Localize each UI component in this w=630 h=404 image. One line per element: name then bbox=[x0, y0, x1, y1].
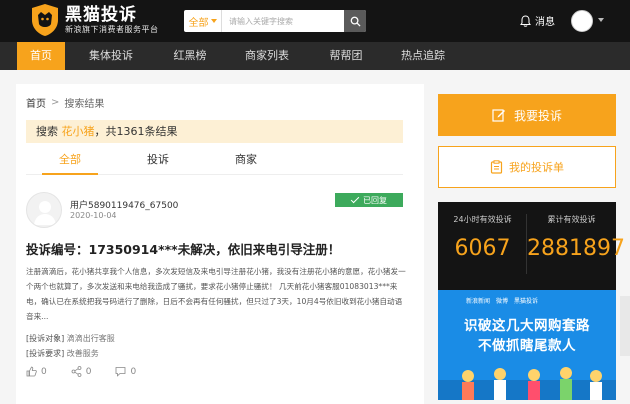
logo-slogan: 新浪旗下消费者服务平台 bbox=[65, 24, 159, 34]
check-icon bbox=[350, 194, 360, 203]
complaint-stats: 24小时有效投诉 6067 累计有效投诉 2881897 bbox=[438, 202, 625, 292]
promo-logo-weibo: 微博 bbox=[496, 298, 509, 305]
result-count: ，共1361条结果 bbox=[94, 125, 178, 138]
complainant-name[interactable]: 用户5890119476_67500 bbox=[70, 198, 178, 211]
messages-label: 消息 bbox=[535, 17, 555, 28]
complaint-target-label: [投诉对象] bbox=[26, 334, 65, 343]
search-results-panel: 首页 > 搜索结果 搜索 花小猪，共1361条结果 全部 投诉 商家 用户589… bbox=[16, 84, 424, 404]
complaint-actions: 0 0 0 bbox=[26, 366, 160, 377]
submit-complaint-button[interactable]: 我要投诉 bbox=[438, 94, 616, 136]
breadcrumb-home[interactable]: 首页 bbox=[26, 95, 46, 110]
chevron-down-icon[interactable] bbox=[598, 18, 604, 22]
messages-link[interactable]: 消息 bbox=[520, 13, 555, 28]
chevron-down-icon bbox=[210, 19, 217, 23]
stat-value-total: 2881897 bbox=[527, 236, 625, 261]
edit-icon bbox=[492, 109, 505, 122]
stat-label-24h: 24小时有效投诉 bbox=[453, 215, 512, 224]
share-icon bbox=[71, 366, 82, 377]
thumbs-up-icon bbox=[26, 366, 37, 377]
tab-all[interactable]: 全部 bbox=[42, 147, 98, 175]
main-nav: 首页 集体投诉 红黑榜 商家列表 帮帮团 热点追踪 bbox=[0, 42, 630, 70]
result-tabs: 全部 投诉 商家 bbox=[26, 147, 403, 175]
breadcrumb: 首页 > 搜索结果 bbox=[26, 95, 104, 110]
clipboard-icon bbox=[490, 160, 503, 174]
default-user-icon bbox=[34, 201, 56, 225]
promo-logo-heimao: 黑猫投诉 bbox=[514, 298, 539, 305]
shoppers-illustration-icon bbox=[438, 367, 616, 400]
avatar[interactable] bbox=[26, 192, 62, 228]
breadcrumb-separator: > bbox=[51, 97, 60, 108]
promo-logo-sina-news: 新浪新闻 bbox=[466, 298, 491, 305]
submit-complaint-label: 我要投诉 bbox=[513, 108, 562, 123]
breadcrumb-current: 搜索结果 bbox=[64, 99, 105, 110]
search-icon bbox=[350, 16, 361, 27]
top-header: 黑猫投诉 新浪旗下消费者服务平台 全部 消息 bbox=[0, 0, 630, 42]
promo-logos: 新浪新闻 微博 黑猫投诉 bbox=[466, 296, 544, 305]
side-float-tab[interactable] bbox=[620, 296, 630, 356]
nav-item-help-group[interactable]: 帮帮团 bbox=[316, 42, 376, 70]
result-summary: 搜索 花小猪，共1361条结果 bbox=[26, 120, 403, 143]
like-button[interactable]: 0 bbox=[26, 366, 47, 377]
complaint-target: [投诉对象] 滴滴出行客服 bbox=[26, 333, 115, 344]
complaint-request-label: [投诉要求] bbox=[26, 349, 65, 358]
complaint-date: 2020-10-04 bbox=[70, 211, 117, 220]
complaint-excerpt[interactable]: 注册滴滴后，花小猪共享我个人信息，多次发短信及来电引导注册花小猪，我没有注册花小… bbox=[26, 264, 406, 324]
share-button[interactable]: 0 bbox=[71, 366, 92, 377]
user-avatar[interactable] bbox=[571, 10, 593, 32]
search-box: 全部 bbox=[184, 10, 366, 32]
status-badge-label: 已回复 bbox=[363, 195, 387, 205]
like-count: 0 bbox=[41, 366, 47, 377]
site-logo[interactable]: 黑猫投诉 新浪旗下消费者服务平台 bbox=[30, 3, 159, 37]
comment-count: 0 bbox=[130, 366, 137, 377]
complaint-title[interactable]: 投诉编号：17350914***未解决，依旧来电引导注册！ bbox=[26, 239, 340, 258]
promo-headline: 识破这几大网购套路 bbox=[464, 318, 590, 334]
search-category-select[interactable]: 全部 bbox=[184, 10, 222, 32]
comment-button[interactable]: 0 bbox=[115, 366, 136, 377]
promo-banner[interactable]: 新浪新闻 微博 黑猫投诉 识破这几大网购套路 不做抓瞎尾款人 bbox=[438, 290, 616, 400]
nav-item-home[interactable]: 首页 bbox=[17, 42, 65, 70]
search-input[interactable] bbox=[222, 11, 342, 31]
search-category-label: 全部 bbox=[188, 17, 209, 29]
complaint-request: [投诉要求] 改善服务 bbox=[26, 348, 99, 359]
cat-shield-logo-icon bbox=[32, 4, 58, 36]
complaint-request-value: 改善服务 bbox=[66, 349, 99, 358]
status-badge: 已回复 bbox=[335, 193, 403, 207]
share-count: 0 bbox=[85, 366, 92, 377]
stat-label-total: 累计有效投诉 bbox=[547, 215, 596, 224]
my-complaints-button[interactable]: 我的投诉单 bbox=[438, 146, 616, 188]
my-complaints-label: 我的投诉单 bbox=[509, 161, 564, 174]
logo-title: 黑猫投诉 bbox=[65, 4, 137, 25]
result-prefix: 搜索 bbox=[36, 125, 58, 138]
nav-item-merchant-list[interactable]: 商家列表 bbox=[236, 42, 298, 70]
nav-item-red-black-list[interactable]: 红黑榜 bbox=[160, 42, 220, 70]
comment-icon bbox=[116, 367, 126, 377]
search-button[interactable] bbox=[344, 10, 366, 32]
tab-complaints[interactable]: 投诉 bbox=[130, 147, 186, 175]
tab-merchants[interactable]: 商家 bbox=[218, 147, 274, 175]
result-keyword: 花小猪 bbox=[61, 125, 95, 138]
complaint-target-value[interactable]: 滴滴出行客服 bbox=[67, 334, 115, 343]
promo-subheadline: 不做抓瞎尾款人 bbox=[478, 338, 576, 354]
bell-icon bbox=[520, 14, 531, 27]
nav-item-hot-topics[interactable]: 热点追踪 bbox=[392, 42, 454, 70]
nav-item-group-complaints[interactable]: 集体投诉 bbox=[80, 42, 142, 70]
stat-value-24h: 6067 bbox=[454, 236, 511, 261]
